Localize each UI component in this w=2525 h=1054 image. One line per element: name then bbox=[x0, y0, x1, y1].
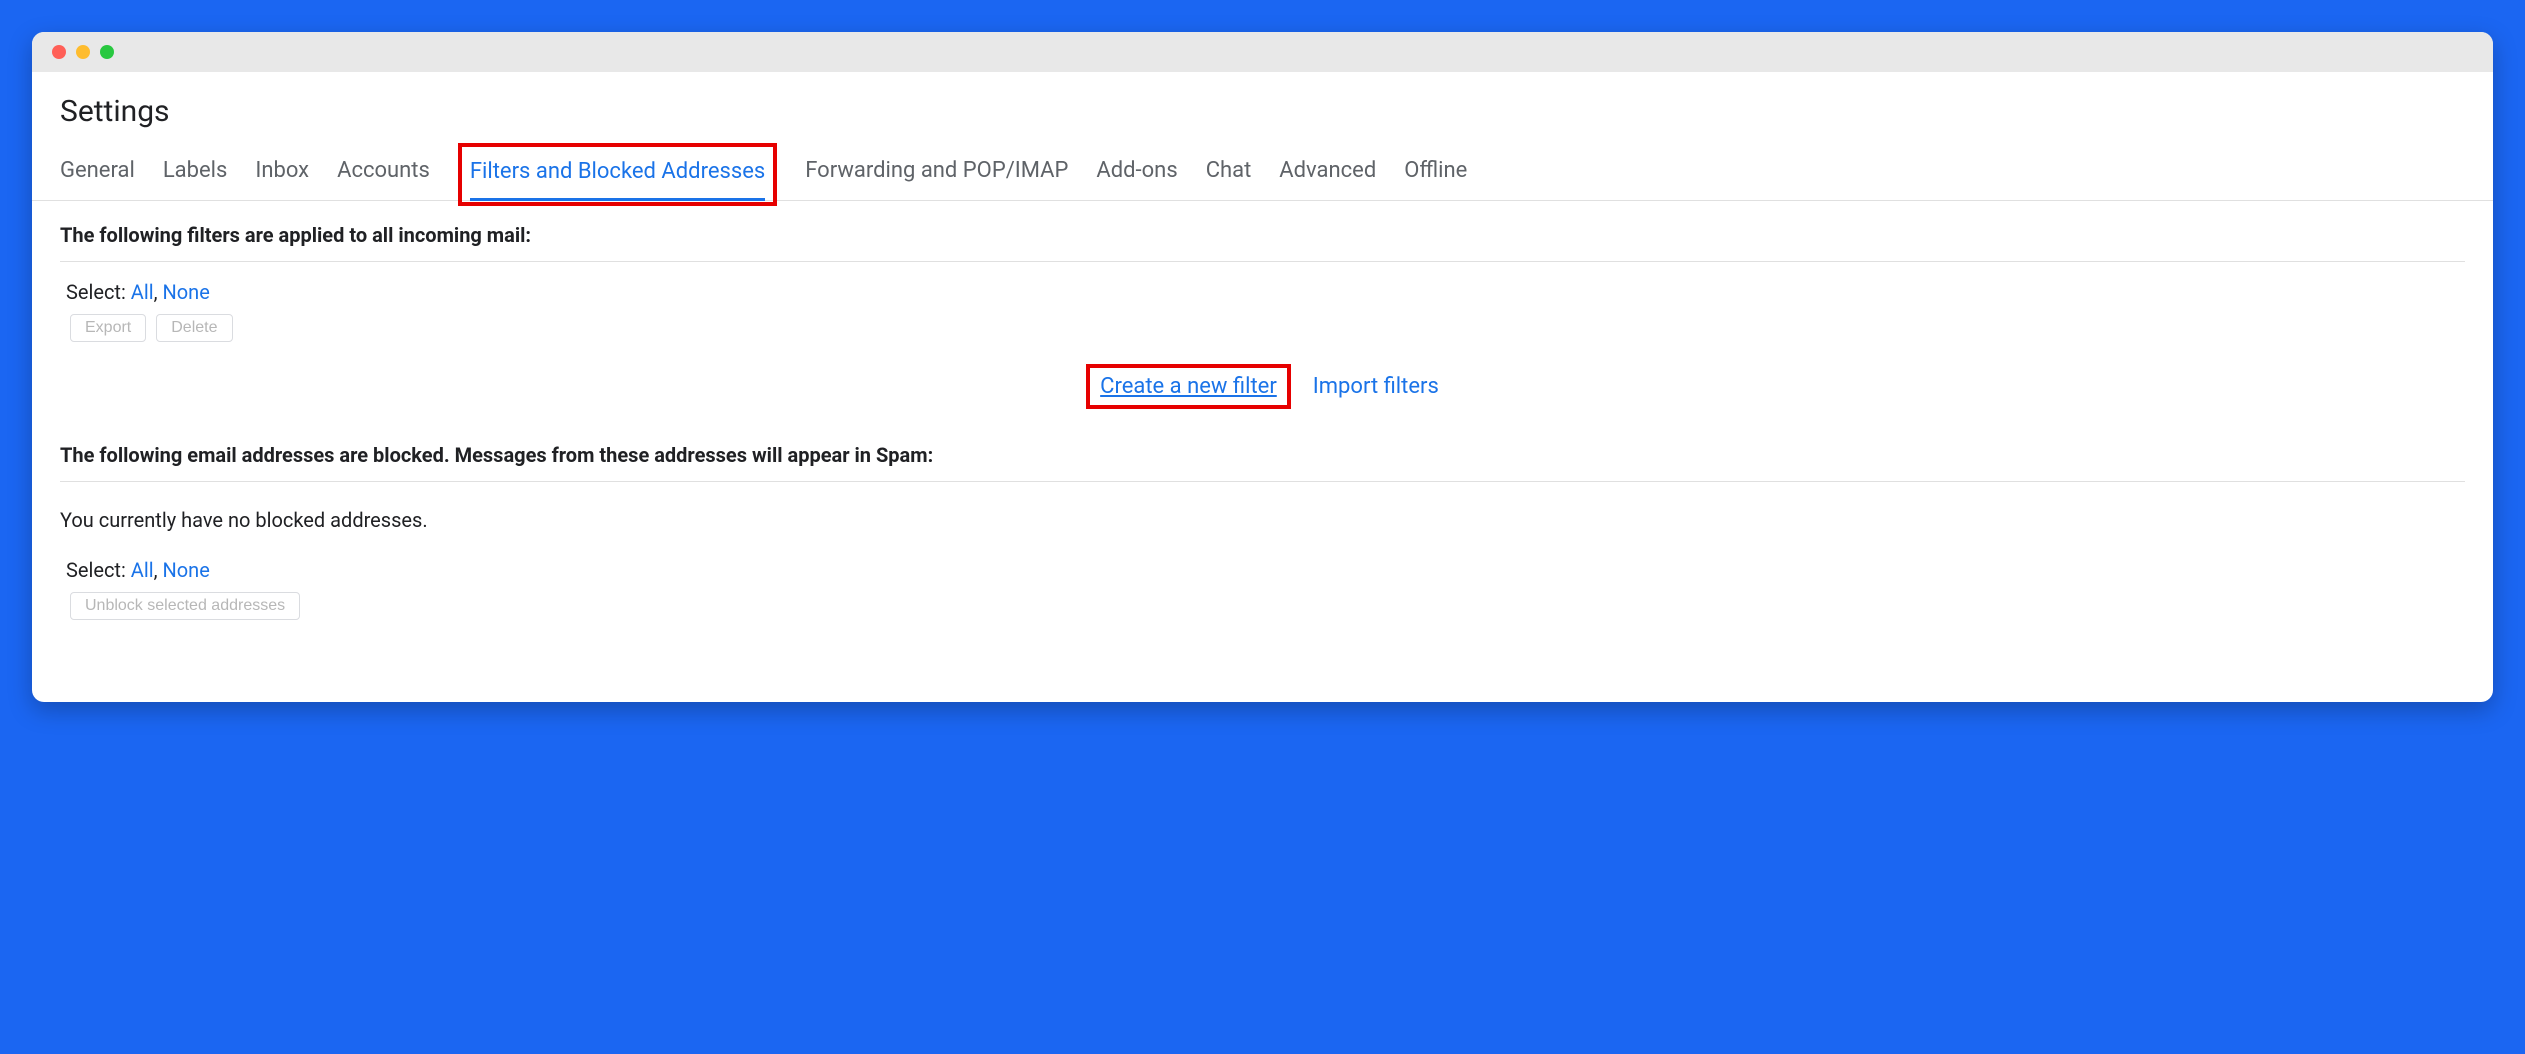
window-maximize-button[interactable] bbox=[100, 45, 114, 59]
filter-action-links: Create a new filter Import filters bbox=[60, 364, 2465, 409]
blocked-select-row: Select: All, None bbox=[60, 554, 2465, 590]
filters-button-row: Export Delete bbox=[60, 314, 2465, 342]
tab-general[interactable]: General bbox=[60, 148, 135, 197]
tab-chat[interactable]: Chat bbox=[1206, 148, 1252, 197]
tab-labels[interactable]: Labels bbox=[163, 148, 228, 197]
highlight-tab-filters: Filters and Blocked Addresses bbox=[458, 143, 777, 206]
tab-forwarding[interactable]: Forwarding and POP/IMAP bbox=[805, 148, 1068, 197]
settings-tabs: General Labels Inbox Accounts Filters an… bbox=[32, 145, 2493, 201]
page-title: Settings bbox=[32, 72, 2493, 145]
blocked-select-none[interactable]: None bbox=[162, 558, 209, 582]
blocked-select-label: Select: bbox=[66, 558, 126, 582]
tab-inbox[interactable]: Inbox bbox=[255, 148, 309, 197]
tab-advanced[interactable]: Advanced bbox=[1279, 148, 1376, 197]
filters-select-label: Select: bbox=[66, 280, 126, 304]
tab-accounts[interactable]: Accounts bbox=[337, 148, 430, 197]
import-filters-link[interactable]: Import filters bbox=[1313, 374, 1439, 399]
settings-window: Settings General Labels Inbox Accounts F… bbox=[32, 32, 2493, 702]
filters-section-heading: The following filters are applied to all… bbox=[60, 223, 2465, 262]
tab-addons[interactable]: Add-ons bbox=[1096, 148, 1177, 197]
blocked-select-all[interactable]: All bbox=[131, 558, 154, 582]
delete-button: Delete bbox=[156, 314, 232, 342]
settings-content: The following filters are applied to all… bbox=[32, 201, 2493, 702]
unblock-button: Unblock selected addresses bbox=[70, 592, 300, 620]
filters-select-all[interactable]: All bbox=[131, 280, 154, 304]
create-new-filter-link[interactable]: Create a new filter bbox=[1100, 374, 1277, 399]
window-close-button[interactable] bbox=[52, 45, 66, 59]
blocked-section-heading: The following email addresses are blocke… bbox=[60, 443, 2465, 482]
blocked-button-row: Unblock selected addresses bbox=[60, 592, 2465, 620]
blocked-empty-message: You currently have no blocked addresses. bbox=[60, 496, 2465, 554]
tab-filters-and-blocked[interactable]: Filters and Blocked Addresses bbox=[470, 149, 765, 201]
window-minimize-button[interactable] bbox=[76, 45, 90, 59]
filters-select-row: Select: All, None bbox=[60, 276, 2465, 312]
tab-offline[interactable]: Offline bbox=[1404, 148, 1467, 197]
export-button: Export bbox=[70, 314, 146, 342]
highlight-create-new-filter: Create a new filter bbox=[1086, 364, 1291, 409]
filters-select-none[interactable]: None bbox=[162, 280, 209, 304]
window-titlebar bbox=[32, 32, 2493, 72]
